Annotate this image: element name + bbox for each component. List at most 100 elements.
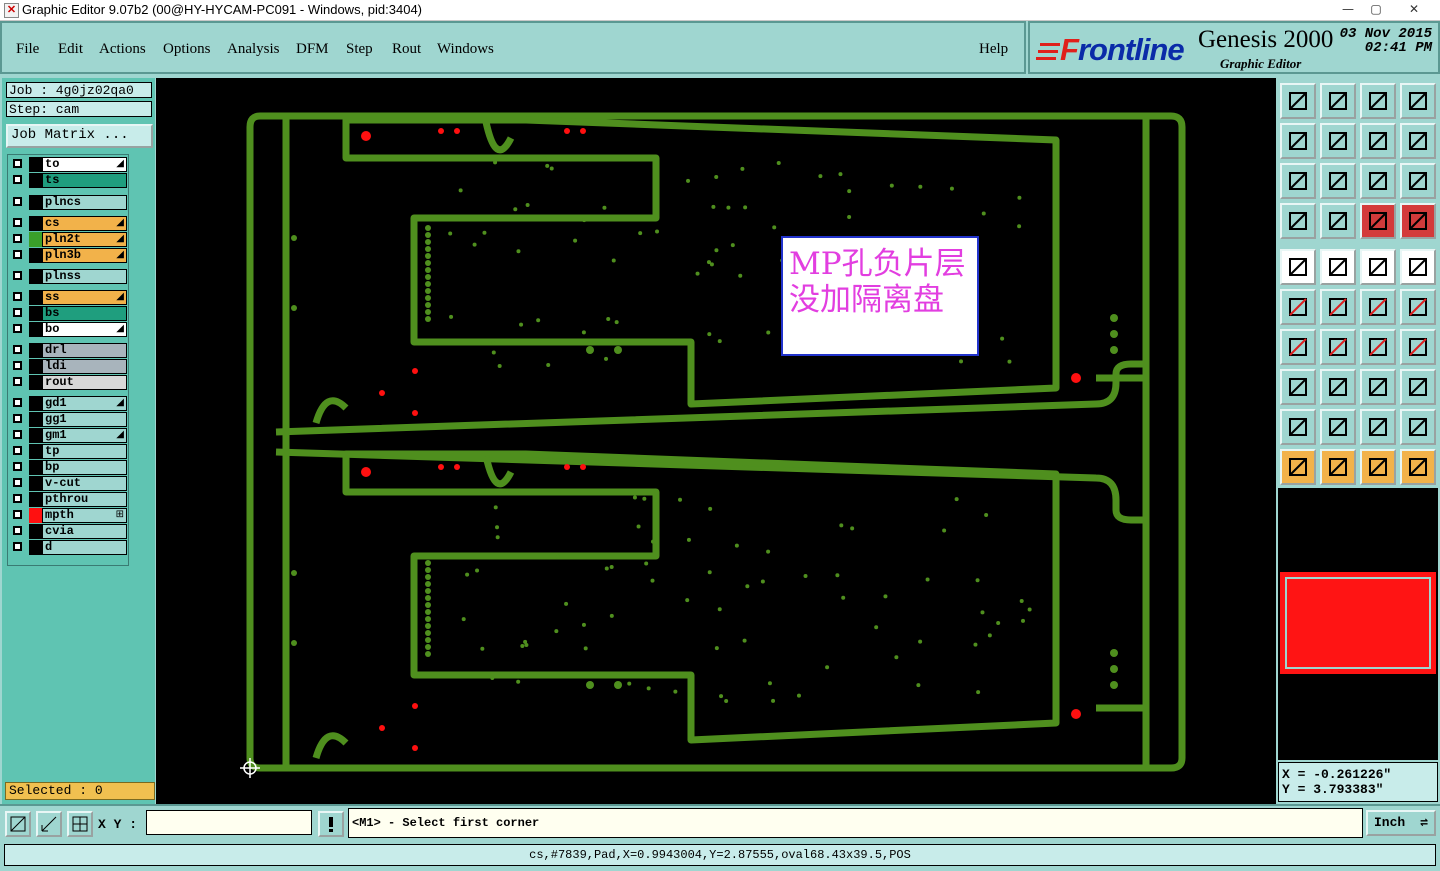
snap-grid-button[interactable]: [67, 811, 93, 837]
layer-name[interactable]: mpth ⊞: [42, 508, 127, 523]
xy-input[interactable]: [146, 810, 312, 835]
menu-windows[interactable]: Windows: [437, 41, 494, 58]
layer-name[interactable]: plncs: [42, 195, 127, 210]
triangle-c-button[interactable]: [1360, 409, 1396, 445]
layer-checkbox[interactable]: [13, 308, 22, 317]
layer-row-pln3b[interactable]: pln3b ◢: [11, 248, 127, 263]
layer-color-swatch[interactable]: [29, 322, 42, 337]
triangle-b-button[interactable]: [1320, 409, 1356, 445]
layer-name[interactable]: rout: [42, 375, 127, 390]
layer-color-swatch[interactable]: [29, 412, 42, 427]
layer-name[interactable]: to ◢: [42, 157, 127, 172]
menu-step[interactable]: Step: [346, 41, 373, 58]
mirror-button[interactable]: [1400, 123, 1436, 159]
alert-button[interactable]: [318, 811, 344, 837]
menu-options[interactable]: Options: [163, 41, 211, 58]
layer-color-swatch[interactable]: [29, 460, 42, 475]
layer-name[interactable]: pthrou: [42, 492, 127, 507]
layer-name[interactable]: ldi: [42, 359, 127, 374]
overview-minimap[interactable]: [1280, 572, 1436, 674]
layer-color-swatch[interactable]: [29, 359, 42, 374]
triangle-a-button[interactable]: [1280, 409, 1316, 445]
layer-name[interactable]: cs ◢: [42, 216, 127, 231]
connect-tool-button[interactable]: [1280, 289, 1316, 325]
layer-row-v-cut[interactable]: v-cut: [11, 476, 127, 491]
layer-row-bp[interactable]: bp: [11, 460, 127, 475]
pcb-drawing[interactable]: [156, 78, 1276, 804]
menu-edit[interactable]: Edit: [58, 41, 83, 58]
properties-button[interactable]: [1280, 203, 1316, 239]
layer-color-swatch[interactable]: [29, 508, 42, 523]
layer-color-swatch[interactable]: [29, 306, 42, 321]
layer-checkbox[interactable]: [13, 345, 22, 354]
select-circle-button[interactable]: [1360, 449, 1396, 485]
menu-dfm[interactable]: DFM: [296, 41, 329, 58]
layer-row-cvia[interactable]: cvia: [11, 524, 127, 539]
layer-row-plnss[interactable]: plnss: [11, 269, 127, 284]
layer-compare-button[interactable]: [1360, 203, 1396, 239]
help-button[interactable]: [1400, 163, 1436, 199]
round-pad-button[interactable]: [1400, 249, 1436, 285]
load-step-button[interactable]: [1280, 83, 1316, 119]
layer-checkbox[interactable]: [13, 414, 22, 423]
polygon-tool-button[interactable]: [1320, 249, 1356, 285]
layer-name[interactable]: bp: [42, 460, 127, 475]
layer-row-gg1[interactable]: gg1: [11, 412, 127, 427]
layer-name[interactable]: cvia: [42, 524, 127, 539]
layer-color-swatch[interactable]: [29, 248, 42, 263]
zoom-ratio-button[interactable]: [1360, 163, 1396, 199]
layer-color-swatch[interactable]: [29, 290, 42, 305]
layer-checkbox[interactable]: [13, 494, 22, 503]
layer-checkbox[interactable]: [13, 159, 22, 168]
layer-diff-button[interactable]: [1400, 203, 1436, 239]
select-path-button[interactable]: [1400, 449, 1436, 485]
layer-checkbox[interactable]: [13, 462, 22, 471]
layer-name[interactable]: plnss: [42, 269, 127, 284]
layer-row-ss[interactable]: ss ◢: [11, 290, 127, 305]
menu-analysis[interactable]: Analysis: [227, 41, 280, 58]
layer-checkbox[interactable]: [13, 542, 22, 551]
triangle-d-button[interactable]: [1400, 409, 1436, 445]
layer-name[interactable]: bo ◢: [42, 322, 127, 337]
break-tool-button[interactable]: [1320, 289, 1356, 325]
add-point-button[interactable]: [1400, 289, 1436, 325]
layer-checkbox[interactable]: [13, 361, 22, 370]
layer-row-to[interactable]: to ◢: [11, 157, 127, 172]
pointer-select-button[interactable]: [1280, 449, 1316, 485]
close-button[interactable]: ✕: [1398, 0, 1430, 18]
layer-color-swatch[interactable]: [29, 444, 42, 459]
layer-checkbox[interactable]: [13, 446, 22, 455]
line-tool-button[interactable]: [1320, 203, 1356, 239]
layer-name[interactable]: bs: [42, 306, 127, 321]
pan-left-button[interactable]: [1280, 123, 1316, 159]
flip-button[interactable]: [1360, 123, 1396, 159]
move-point-button[interactable]: [1360, 289, 1396, 325]
minimize-button[interactable]: —: [1334, 0, 1362, 18]
layer-name[interactable]: v-cut: [42, 476, 127, 491]
layer-color-swatch[interactable]: [29, 343, 42, 358]
menu-rout[interactable]: Rout: [392, 41, 421, 58]
layer-checkbox[interactable]: [13, 175, 22, 184]
units-select[interactable]: Inch ⇌: [1366, 810, 1436, 836]
arc-tool-button[interactable]: [1360, 329, 1396, 365]
layer-checkbox[interactable]: [13, 478, 22, 487]
layer-row-pln2t[interactable]: pln2t ◢: [11, 232, 127, 247]
layer-row-pthrou[interactable]: pthrou: [11, 492, 127, 507]
layer-color-swatch[interactable]: [29, 232, 42, 247]
layer-row-mpth[interactable]: mpth ⊞: [11, 508, 127, 523]
zoom-box-button[interactable]: [5, 811, 31, 837]
maximize-button[interactable]: ▢: [1362, 0, 1390, 18]
layer-color-swatch[interactable]: [29, 524, 42, 539]
layer-color-swatch[interactable]: [29, 428, 42, 443]
menu-actions[interactable]: Actions: [99, 41, 146, 58]
layer-color-swatch[interactable]: [29, 173, 42, 188]
layer-checkbox[interactable]: [13, 234, 22, 243]
window-layout-button[interactable]: [1400, 83, 1436, 119]
layer-row-gm1[interactable]: gm1 ◢: [11, 428, 127, 443]
layer-name[interactable]: gg1: [42, 412, 127, 427]
graphic-canvas[interactable]: MP孔负片层 没加隔离盘: [156, 78, 1276, 804]
layer-name[interactable]: drl: [42, 343, 127, 358]
layer-row-ts[interactable]: ts: [11, 173, 127, 188]
job-matrix-button[interactable]: Job Matrix ...: [6, 124, 153, 148]
layer-checkbox[interactable]: [13, 510, 22, 519]
